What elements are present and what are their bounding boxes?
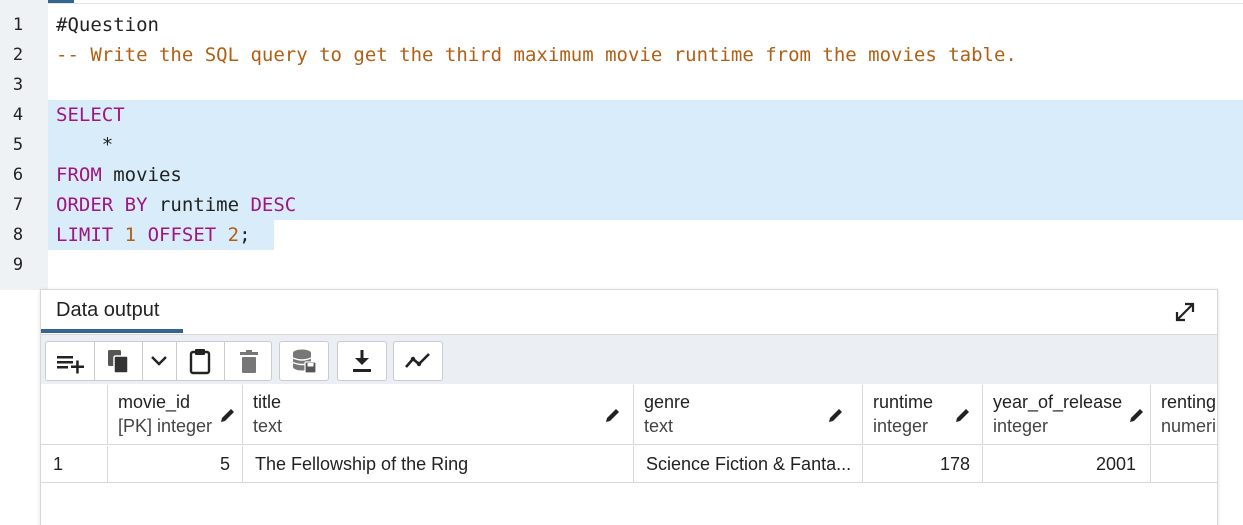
code-line[interactable]: 1 #Question — [0, 10, 1243, 40]
row-number: 1 — [53, 454, 64, 474]
code-text: ORDER BY runtime DESC — [56, 190, 296, 220]
code-line[interactable]: 4 SELECT — [0, 100, 1243, 130]
sql-keyword: SELECT — [56, 104, 125, 126]
code-text: -- Write the SQL query to get the third … — [56, 40, 1017, 70]
cell-title[interactable]: The Fellowship of the Ring — [243, 446, 634, 482]
sql-token: runtime — [147, 194, 251, 216]
column-name: year_of_release — [993, 392, 1123, 412]
line-number: 6 — [12, 165, 24, 185]
code-line[interactable]: 7 ORDER BY runtime DESC — [0, 190, 1243, 220]
sql-keyword: OFFSET — [147, 224, 217, 246]
column-type: text — [253, 416, 283, 436]
line-number: 2 — [12, 45, 24, 65]
column-name: renting — [1161, 392, 1217, 412]
sql-token: movies — [101, 164, 182, 186]
column-name: runtime — [873, 392, 934, 412]
save-data-icon — [292, 349, 317, 374]
sql-keyword: FROM — [56, 164, 102, 186]
pencil-icon[interactable] — [604, 406, 622, 424]
row-number-header — [41, 385, 108, 444]
code-text: FROM movies — [56, 160, 182, 190]
sql-number: 1 — [124, 224, 137, 246]
column-name: movie_id — [118, 392, 191, 412]
add-row-icon[interactable] — [56, 350, 86, 374]
row-number-cell[interactable]: 1 — [41, 446, 108, 482]
code-line[interactable]: 5 * — [0, 130, 1243, 160]
code-text: * — [56, 130, 113, 160]
cell-genre[interactable]: Science Fiction & Fanta... — [634, 446, 863, 482]
code-line[interactable]: 9 — [0, 250, 1243, 280]
line-number: 7 — [12, 195, 24, 215]
code-text: #Question — [56, 10, 159, 40]
sql-token: * — [56, 134, 114, 156]
column-type: integer — [993, 416, 1049, 436]
code-text: SELECT — [56, 100, 125, 130]
download-icon — [353, 350, 371, 372]
code-line[interactable]: 6 FROM movies — [0, 160, 1243, 190]
graph-visualiser-button[interactable] — [393, 341, 443, 381]
column-type: [PK] integer — [118, 416, 213, 436]
data-output-panel: Data output movie_id [PK] integer title … — [40, 289, 1218, 525]
sql-keyword: DESC — [250, 194, 297, 216]
column-header-movie-id[interactable]: movie_id [PK] integer — [108, 385, 243, 444]
line-number: 1 — [12, 15, 24, 35]
sql-keyword: ORDER BY — [56, 194, 148, 216]
tab-data-output[interactable]: Data output — [56, 299, 159, 322]
selection-highlight — [48, 130, 1243, 160]
delete-icon[interactable] — [239, 350, 259, 374]
edit-button-group — [45, 341, 272, 381]
paste-icon[interactable] — [189, 348, 211, 375]
column-header-title[interactable]: title text — [243, 385, 634, 444]
pencil-icon[interactable] — [954, 406, 972, 424]
sql-keyword: LIMIT — [56, 224, 114, 246]
sql-token: #Question — [56, 14, 159, 36]
copy-icon[interactable] — [107, 349, 131, 375]
expand-icon[interactable] — [1173, 300, 1197, 324]
code-line[interactable]: 3 — [0, 70, 1243, 100]
line-number: 5 — [12, 135, 24, 155]
column-type: text — [644, 416, 674, 436]
sql-token: ; — [239, 224, 251, 246]
column-type: numeri — [1161, 416, 1217, 436]
column-header-renting[interactable]: renting numeri — [1151, 385, 1217, 444]
sql-number: 2 — [227, 224, 240, 246]
table-row: 1 5 The Fellowship of the Ring Science F… — [41, 446, 1217, 483]
pencil-icon[interactable] — [219, 406, 237, 424]
code-line[interactable]: 2 -- Write the SQL query to get the third… — [0, 40, 1243, 70]
chevron-down-icon[interactable] — [150, 354, 168, 368]
sql-comment: -- Write the SQL query to get the third … — [56, 44, 1017, 66]
cell-year-of-release[interactable]: 2001 — [983, 446, 1151, 482]
editor-top-border — [48, 3, 1243, 4]
line-number: 3 — [12, 75, 24, 95]
grid-header: movie_id [PK] integer title text genre t… — [41, 385, 1217, 445]
graph-icon — [405, 353, 430, 368]
pencil-icon[interactable] — [1128, 406, 1146, 424]
column-header-year-of-release[interactable]: year_of_release integer — [983, 385, 1151, 444]
column-header-runtime[interactable]: runtime integer — [863, 385, 983, 444]
line-number: 8 — [12, 225, 24, 245]
download-button[interactable] — [337, 341, 387, 381]
selection-highlight — [48, 160, 1243, 190]
active-tab-indicator — [41, 329, 183, 333]
line-number: 9 — [12, 255, 24, 275]
code-line[interactable]: 8 LIMIT 1 OFFSET 2; — [0, 220, 1243, 250]
selection-highlight — [48, 100, 1243, 130]
code-text: LIMIT 1 OFFSET 2; — [56, 220, 251, 250]
column-header-genre[interactable]: genre text — [634, 385, 863, 444]
cell-runtime[interactable]: 178 — [863, 446, 983, 482]
pencil-icon[interactable] — [827, 406, 845, 424]
cell-movie-id[interactable]: 5 — [108, 446, 243, 482]
cell-renting[interactable] — [1151, 446, 1217, 482]
line-number: 4 — [12, 105, 24, 125]
save-data-button[interactable] — [279, 341, 329, 381]
column-name: title — [253, 392, 282, 412]
column-name: genre — [644, 392, 691, 412]
column-type: integer — [873, 416, 929, 436]
